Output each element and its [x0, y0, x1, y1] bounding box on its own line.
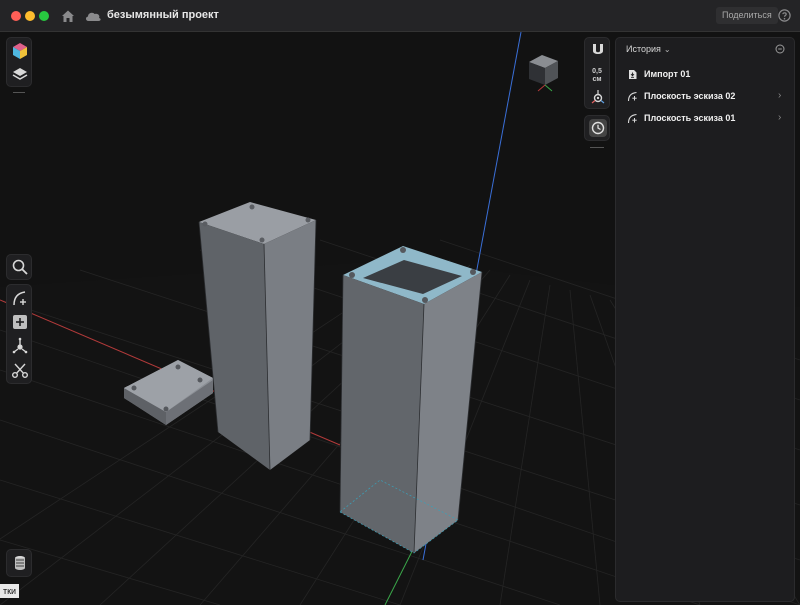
transform-gizmo-icon — [12, 337, 28, 354]
history-item-sketch-plane-01[interactable]: Плоскость эскиза 01 › — [626, 111, 788, 127]
sketch-plane-icon — [627, 91, 637, 102]
magnet-icon — [593, 44, 603, 54]
add-box-icon — [13, 315, 27, 329]
history-toggle-group — [584, 115, 610, 141]
home-icon[interactable] — [60, 8, 76, 24]
history-item-sketch-plane-02[interactable]: Плоскость эскиза 02 › — [626, 89, 788, 105]
divider — [13, 92, 25, 93]
scissors-icon — [12, 363, 28, 378]
left-top-toolbar — [6, 37, 32, 87]
pivot-button[interactable] — [588, 87, 608, 107]
snap-button[interactable] — [588, 40, 608, 60]
chevron-down-icon: ⌄ — [663, 45, 671, 54]
grid-scale-unit: см — [592, 76, 602, 83]
search-button[interactable] — [10, 257, 30, 277]
history-panel: История ⌄ Импорт 01 Плоскость эскиза 02 ›… — [615, 37, 795, 602]
history-title: История — [626, 44, 661, 54]
cloud-icon — [85, 12, 101, 21]
layers-icon — [12, 68, 28, 80]
history-toggle-button[interactable] — [588, 118, 608, 138]
add-primitive-button[interactable] — [10, 312, 30, 332]
viewport-settings-toolbar: 0,5 см — [584, 37, 610, 109]
layers-button[interactable] — [10, 64, 30, 84]
modify-tool-button[interactable] — [10, 360, 30, 380]
maximize-window-button[interactable] — [39, 11, 49, 21]
cylinder-icon — [15, 556, 25, 570]
material-button[interactable] — [10, 553, 30, 573]
clock-icon — [589, 119, 607, 137]
pivot-icon — [591, 90, 605, 104]
bottom-left-toolbar — [6, 549, 32, 577]
cube-color-icon — [13, 43, 27, 59]
view-cube[interactable] — [529, 55, 558, 92]
search-icon — [12, 259, 28, 275]
project-title[interactable]: безымянный проект — [107, 9, 219, 21]
history-dropdown[interactable]: История ⌄ — [626, 44, 671, 54]
modeling-toolbar — [6, 284, 32, 384]
share-button[interactable]: Поделиться — [716, 7, 778, 24]
title-bar: безымянный проект Поделиться — [0, 0, 800, 32]
sketch-curve-icon — [13, 291, 26, 306]
history-item-import-01[interactable]: Импорт 01 — [626, 67, 788, 83]
transform-tool-button[interactable] — [10, 336, 30, 356]
import-file-icon — [629, 70, 637, 79]
minimize-window-button[interactable] — [25, 11, 35, 21]
chevron-right-icon[interactable]: › — [778, 112, 781, 123]
history-item-label: Плоскость эскиза 01 — [644, 113, 736, 123]
help-icon[interactable] — [778, 9, 791, 22]
sketch-tool-button[interactable] — [10, 288, 30, 308]
grid-scale-value[interactable]: 0,5 — [585, 68, 609, 75]
view-mode-button[interactable] — [10, 41, 30, 61]
history-item-label: Плоскость эскиза 02 — [644, 91, 736, 101]
tooltip: тки — [0, 584, 20, 598]
search-toolgroup — [6, 254, 32, 280]
close-panel-icon[interactable] — [775, 44, 785, 54]
divider — [590, 147, 604, 148]
sketch-plane-icon — [627, 113, 637, 124]
close-window-button[interactable] — [11, 11, 21, 21]
history-item-label: Импорт 01 — [644, 69, 691, 79]
chevron-right-icon[interactable]: › — [778, 90, 781, 101]
